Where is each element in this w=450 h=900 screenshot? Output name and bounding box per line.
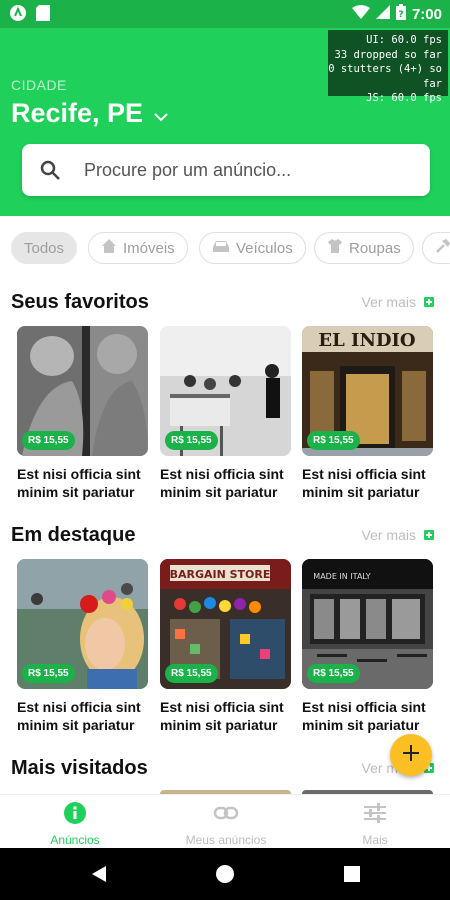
- nav-label: Meus anúncios: [185, 833, 267, 847]
- home-icon: [101, 238, 117, 258]
- section-title-destaque: Em destaque: [11, 524, 136, 546]
- car-icon: [212, 239, 230, 257]
- perf-stutters: 0 stutters (4+) so far: [328, 63, 442, 90]
- sdcard-icon: [36, 5, 50, 26]
- shirt-icon: [327, 238, 343, 258]
- city-label: CIDADE: [11, 77, 67, 93]
- see-more-favoritos[interactable]: Ver mais: [362, 294, 434, 310]
- listing-image: R$ 15,55: [160, 326, 291, 456]
- search-placeholder: Procure por um anúncio...: [84, 159, 292, 180]
- search-icon: [38, 158, 62, 182]
- listing-image: EL INDIO R$ 15,55: [302, 326, 433, 456]
- listing-card[interactable]: R$ 15,55 Est nisi officia sint minim sit…: [17, 326, 148, 501]
- svg-text:EL INDIO: EL INDIO: [318, 330, 415, 351]
- recents-icon[interactable]: [344, 866, 360, 887]
- svg-text:?: ?: [398, 10, 403, 20]
- listing-card[interactable]: R$ 15,55 Est nisi officia sint minim sit…: [17, 559, 148, 734]
- listing-card[interactable]: R$ 15,55 Est nisi officia sint minim sit…: [160, 326, 291, 501]
- price-badge: R$ 15,55: [22, 431, 75, 450]
- perf-js: JS: 60.0 fps: [366, 92, 442, 104]
- svg-text:MADE IN ITALY: MADE IN ITALY: [313, 572, 371, 581]
- city-name: Recife, PE: [11, 98, 144, 128]
- perf-ui: UI: 60.0 fps: [366, 34, 442, 46]
- bottom-nav: Anúncios Meus anúncios Mais: [0, 794, 450, 848]
- price-badge: R$ 15,55: [165, 431, 218, 450]
- price-badge: R$ 15,55: [307, 664, 360, 683]
- chip-veiculos[interactable]: Veículos: [199, 232, 306, 264]
- price-badge: R$ 15,55: [22, 664, 75, 683]
- app-notification-icon: [10, 5, 26, 26]
- plus-icon: [402, 744, 420, 767]
- wifi-icon: [351, 5, 370, 23]
- svg-text:BARGAIN STORE: BARGAIN STORE: [170, 568, 271, 581]
- perf-monitor: UI: 60.0 fps 33 dropped so far 0 stutter…: [328, 30, 448, 104]
- perf-dropped: 33 dropped so far: [334, 48, 442, 61]
- section-title-favoritos: Seus favoritos: [11, 291, 149, 313]
- listing-image: R$ 15,55: [17, 326, 148, 456]
- listing-card[interactable]: BARGAIN STORE R$ 15,55 Est nisi officia …: [160, 559, 291, 734]
- signal-icon: [375, 5, 390, 23]
- chip-label: Veículos: [236, 239, 293, 257]
- battery-icon: ?: [395, 4, 406, 24]
- nav-label: Anúncios: [50, 833, 100, 847]
- search-input[interactable]: Procure por um anúncio...: [22, 144, 430, 196]
- home-button-icon[interactable]: [216, 865, 234, 888]
- price-badge: R$ 15,55: [165, 664, 218, 683]
- status-bar: ? 7:00: [0, 0, 450, 28]
- nav-meus-anuncios[interactable]: Meus anúncios: [184, 801, 268, 847]
- clock: 7:00: [411, 5, 442, 23]
- listing-image: BARGAIN STORE R$ 15,55: [160, 559, 291, 689]
- listing-title: Est nisi officia sint minim sit pariatur: [160, 466, 284, 500]
- link-icon: [213, 801, 239, 828]
- chip-roupas[interactable]: Roupas: [314, 232, 414, 264]
- see-more-destaque[interactable]: Ver mais: [362, 527, 434, 543]
- listing-card[interactable]: MADE IN ITALY R$ 15,55 Est nisi officia …: [302, 559, 433, 734]
- listing-title: Est nisi officia sint minim sit pariatur: [302, 699, 426, 733]
- system-nav-bar: [0, 848, 450, 900]
- chip-label: Roupas: [349, 239, 401, 257]
- nav-anuncios[interactable]: Anúncios: [50, 801, 100, 847]
- section-title-visitados: Mais visitados: [11, 757, 148, 779]
- plus-square-icon: [424, 530, 434, 540]
- listing-title: Est nisi officia sint minim sit pariatur: [160, 699, 284, 733]
- chip-label: Todos: [24, 239, 65, 257]
- nav-label: Mais: [362, 833, 388, 847]
- add-listing-button[interactable]: [390, 734, 432, 776]
- info-icon: [63, 801, 87, 828]
- listing-image: MADE IN ITALY R$ 15,55: [302, 559, 433, 689]
- chip-label: Imóveis: [123, 239, 175, 257]
- listing-title: Est nisi officia sint minim sit pariatur: [17, 699, 141, 733]
- see-more-label: Ver mais: [361, 527, 416, 543]
- listing-image: R$ 15,55: [17, 559, 148, 689]
- chevron-down-icon: [153, 98, 169, 129]
- sliders-icon: [362, 801, 388, 828]
- listing-title: Est nisi officia sint minim sit pariatur: [302, 466, 426, 500]
- chip-imoveis[interactable]: Imóveis: [88, 232, 188, 264]
- city-selector[interactable]: Recife, PE: [11, 98, 169, 129]
- chip-todos[interactable]: Todos: [11, 232, 78, 264]
- price-badge: R$ 15,55: [307, 431, 360, 450]
- back-icon[interactable]: [90, 865, 108, 888]
- hammer-icon: [435, 238, 450, 258]
- chip-more[interactable]: [422, 232, 450, 264]
- listing-title: Est nisi officia sint minim sit pariatur: [17, 466, 141, 500]
- nav-mais[interactable]: Mais: [360, 801, 390, 847]
- category-chips: Todos Imóveis Veículos Roupas: [0, 232, 450, 268]
- plus-square-icon: [424, 297, 434, 307]
- listing-card[interactable]: EL INDIO R$ 15,55 Est nisi officia sint …: [302, 326, 433, 501]
- see-more-label: Ver mais: [361, 294, 416, 310]
